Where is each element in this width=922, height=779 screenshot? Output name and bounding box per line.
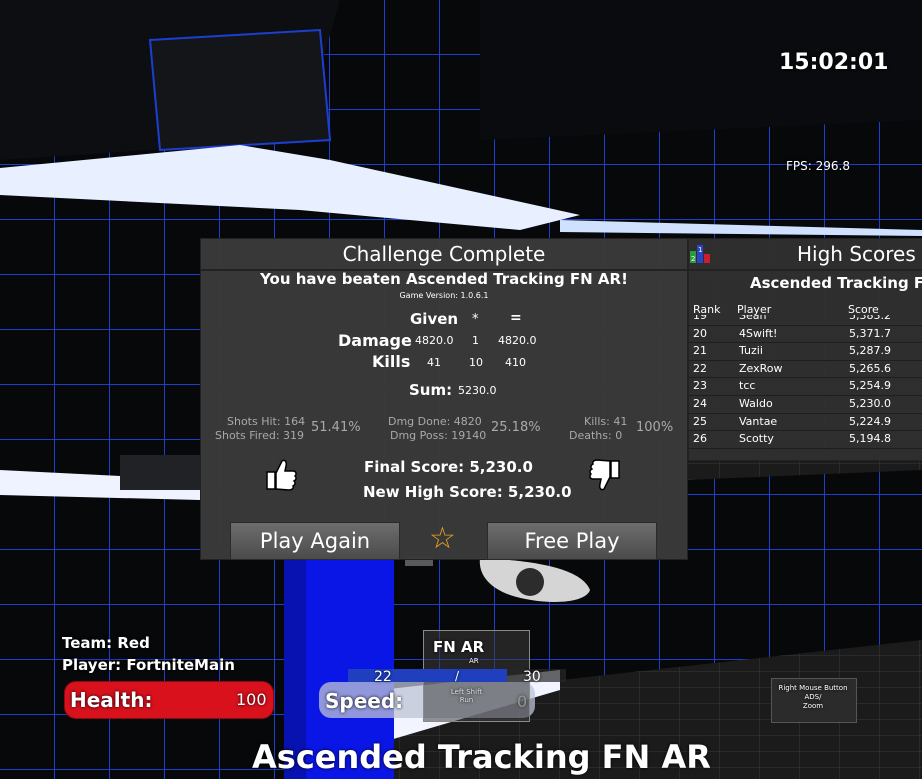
damage-total: 4820.0: [498, 334, 537, 347]
damage-label: Damage: [338, 331, 412, 350]
high-score-rank: 23: [693, 379, 707, 393]
panel-title: Challenge Complete: [201, 239, 687, 271]
shots-hit: Shots Hit: 164: [227, 415, 306, 428]
challenge-complete-panel: Challenge Complete You have beaten Ascen…: [200, 238, 688, 560]
svg-text:1: 1: [698, 246, 702, 254]
thumbs-up-icon[interactable]: [265, 457, 297, 491]
high-score-rank: 26: [693, 432, 707, 446]
col-mult: *: [472, 312, 479, 327]
high-score-row: 23 tcc 5,254.9: [689, 377, 922, 396]
kills-mult: 10: [469, 356, 483, 369]
high-score-player: Vantae: [739, 414, 778, 428]
high-score-player: Tuzii: [739, 344, 763, 358]
high-scores-scenario: Ascended Tracking FN: [750, 274, 922, 292]
new-high-score: New High Score: 5,230.0: [363, 483, 572, 501]
high-score-player: Sean: [739, 315, 767, 322]
game-version: Game Version: 1.0.6.1: [399, 291, 489, 300]
high-score-score: 5,371.7: [849, 326, 891, 340]
damage-percent: 25.18%: [491, 420, 541, 435]
free-play-button[interactable]: Free Play: [487, 522, 657, 560]
high-score-player: Waldo: [739, 397, 773, 410]
damage-mult: 1: [472, 334, 479, 347]
high-score-rank: 21: [693, 344, 707, 358]
high-scores-list[interactable]: 19 Sean 5,383.2 20 4Swift! 5,371.7 21 Tuzii 5,28…: [689, 315, 922, 455]
svg-text:2: 2: [691, 255, 695, 263]
clock: 15:02:01: [779, 50, 889, 75]
thumbs-down-icon[interactable]: [589, 459, 621, 493]
high-score-player: Scotty: [739, 432, 774, 446]
high-score-row: 22 ZexRow 5,265.6: [689, 360, 922, 379]
high-score-score: 5,230.0: [849, 397, 891, 410]
kills-label: Kills: [372, 352, 411, 371]
high-score-score: 5,265.6: [849, 361, 891, 375]
ammo-max: 30: [523, 669, 541, 685]
team-label: Team: Red: [62, 634, 150, 652]
high-score-rank: 24: [693, 397, 707, 410]
kills-given: 41: [427, 356, 441, 369]
high-score-player: ZexRow: [739, 361, 783, 375]
damage-given: 4820.0: [415, 334, 454, 347]
high-score-row: 25 Vantae 5,224.9: [689, 413, 922, 432]
kills-total: 410: [505, 356, 526, 369]
final-score: Final Score: 5,230.0: [364, 458, 533, 476]
high-score-player: tcc: [739, 379, 756, 393]
high-scores-header: 2 1 High Scores: [689, 239, 922, 271]
leaderboard-icon: 2 1: [690, 245, 710, 263]
scenario-title: Ascended Tracking FN AR: [252, 738, 711, 776]
high-score-row: 20 4Swift! 5,371.7: [689, 325, 922, 344]
health-value: 100: [236, 690, 267, 709]
shots-fired: Shots Fired: 319: [215, 429, 305, 442]
player-label: Player: FortniteMain: [62, 656, 235, 674]
high-score-score: 5,194.8: [849, 432, 891, 446]
high-score-rank: 22: [693, 361, 707, 375]
high-score-player: 4Swift!: [739, 326, 778, 340]
run-hint: Left Shift Run: [450, 688, 483, 704]
health-label: Health:: [70, 688, 153, 712]
col-given: Given: [410, 310, 459, 328]
ammo-separator: /: [455, 669, 460, 683]
beaten-message: You have beaten Ascended Tracking FN AR!: [260, 270, 628, 288]
high-score-rank: 20: [693, 326, 707, 340]
sum-label: Sum:: [409, 381, 453, 399]
col-eq: =: [510, 310, 522, 326]
high-scores-title: High Scores: [797, 242, 916, 266]
dmg-done: Dmg Done: 4820: [388, 415, 482, 428]
high-score-score: 5,254.9: [849, 379, 891, 393]
ads-hint: Right Mouse Button ADS/ Zoom: [778, 684, 848, 710]
weapon-type: AR: [469, 657, 479, 665]
high-score-row: 24 Waldo 5,230.0: [689, 395, 922, 414]
high-score-score: 5,287.9: [849, 344, 891, 358]
fps-counter: FPS: 296.8: [786, 159, 850, 173]
high-scores-panel: 2 1 High Scores Ascended Tracking FN Ran…: [688, 238, 922, 461]
kills-stat: Kills: 41: [584, 415, 628, 428]
speed-label: Speed:: [325, 689, 404, 713]
high-score-rank: 19: [693, 315, 707, 322]
high-score-score: 5,224.9: [849, 414, 891, 428]
high-score-score: 5,383.2: [849, 315, 891, 322]
deaths-stat: Deaths: 0: [569, 429, 623, 442]
kd-percent: 100%: [636, 420, 674, 435]
weapon-name: FN AR: [433, 638, 485, 656]
high-score-row: 26 Scotty 5,194.8: [689, 430, 922, 449]
ammo-fill: [348, 669, 508, 682]
high-score-rank: 25: [693, 414, 707, 428]
play-again-button[interactable]: Play Again: [230, 522, 400, 560]
accuracy: 51.41%: [311, 420, 361, 435]
high-score-row: 21 Tuzii 5,287.9: [689, 342, 922, 361]
sum-value: 5230.0: [458, 384, 497, 397]
dmg-poss: Dmg Poss: 19140: [390, 429, 487, 442]
favorite-star-icon[interactable]: ☆: [429, 521, 456, 556]
ammo-current: 22: [374, 669, 392, 685]
